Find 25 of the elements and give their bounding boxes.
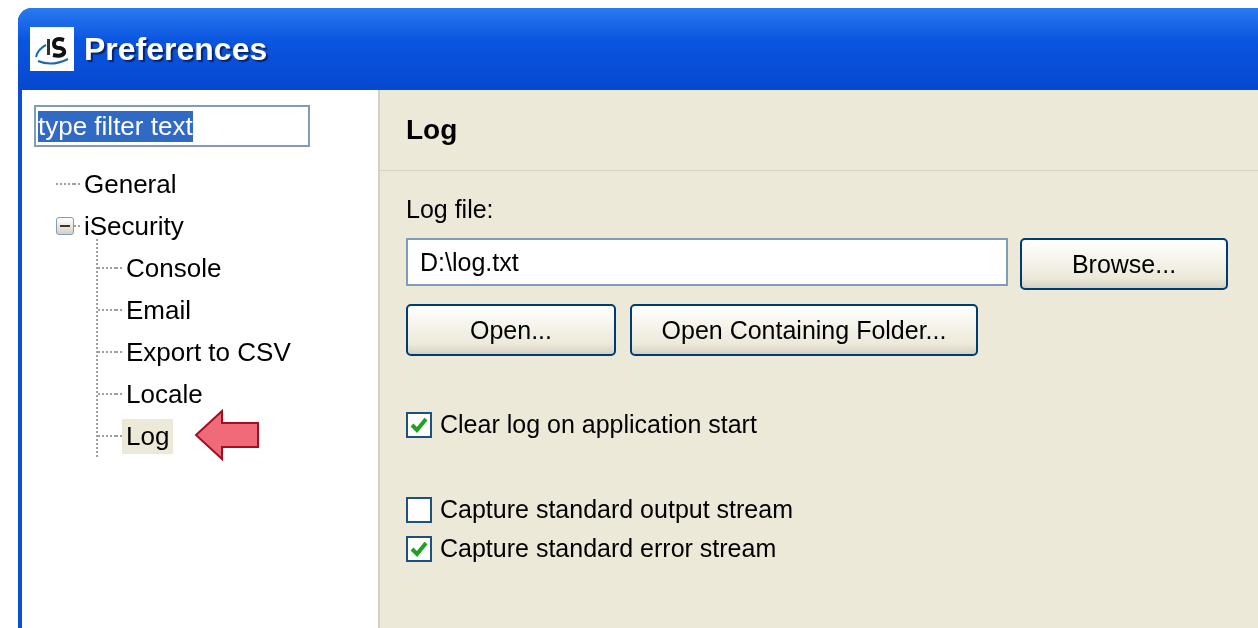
checkbox[interactable]	[406, 535, 432, 562]
checkbox-label: Clear log on application start	[440, 410, 757, 439]
log-file-field[interactable]: D:\log.txt	[406, 238, 1008, 286]
tree-item[interactable]: Export to CSV	[122, 334, 295, 370]
tree-item[interactable]: General	[80, 166, 181, 202]
checkbox[interactable]	[406, 496, 432, 523]
window-title: Preferences	[84, 30, 268, 68]
action-button[interactable]: Open...	[406, 304, 616, 356]
tree-item[interactable]: iSecurity	[80, 208, 188, 244]
collapse-button[interactable]	[56, 217, 74, 235]
checkbox-label: Capture standard error stream	[440, 534, 777, 563]
action-button[interactable]: Open Containing Folder...	[630, 304, 978, 356]
checkbox-label: Capture standard output stream	[440, 495, 793, 524]
page-title: Log	[406, 114, 458, 146]
minus-icon	[60, 225, 70, 227]
filter-field[interactable]: type filter text	[34, 105, 310, 147]
app-logo-icon	[30, 27, 74, 71]
arrow-icon	[194, 409, 262, 461]
tree-item[interactable]: Locale	[122, 376, 207, 412]
checkbox[interactable]	[406, 411, 432, 438]
tree-item[interactable]: Log	[122, 418, 174, 454]
browse-button[interactable]: Browse...	[1020, 238, 1228, 290]
tree-item[interactable]: Email	[122, 292, 195, 328]
field-label: Log file:	[406, 195, 495, 224]
tree-item[interactable]: Console	[122, 250, 226, 286]
